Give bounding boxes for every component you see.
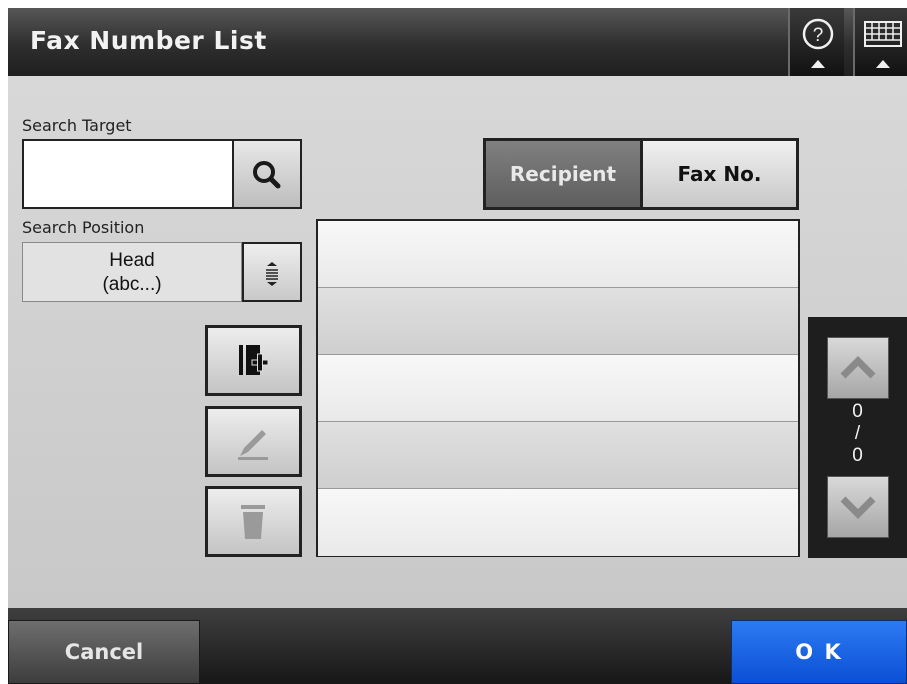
main-panel: Search Target Search Position Head (abc.… [8,76,907,608]
header-bar: Fax Number List ? [8,8,907,76]
keyboard-icon [864,21,902,68]
svg-text:?: ? [813,25,824,46]
search-target-label: Search Target [22,116,132,135]
list-item[interactable] [318,422,798,489]
list-item[interactable] [318,221,798,288]
list-item[interactable] [318,288,798,355]
search-target-input[interactable] [22,139,232,209]
page-navigator: 0 / 0 [808,317,907,558]
search-icon [253,161,281,189]
keyboard-button[interactable] [853,8,907,76]
page-total: 0 [852,445,863,466]
tab-fax-no[interactable]: Fax No. [643,141,796,207]
edit-pencil-icon [238,430,268,460]
search-position-value[interactable]: Head (abc...) [22,242,242,302]
chevron-up-icon [840,356,876,379]
ok-button[interactable]: O K [731,620,907,684]
add-entry-icon [239,345,269,375]
delete-entry-button[interactable] [205,486,302,557]
page-separator: / [854,423,861,444]
trash-icon [241,505,265,539]
search-position-line2: (abc...) [102,274,162,295]
search-position-dropdown-button[interactable] [242,242,302,302]
edit-entry-button[interactable] [205,406,302,477]
page-current: 0 [852,401,863,422]
cancel-button[interactable]: Cancel [8,620,200,684]
help-button[interactable]: ? [788,8,844,76]
sort-tabs: Recipient Fax No. [483,138,799,210]
list-item[interactable] [318,355,798,422]
add-entry-button[interactable] [205,325,302,396]
dropdown-icon [266,262,278,286]
search-position-line1: Head [109,250,155,271]
tab-recipient[interactable]: Recipient [486,141,640,207]
chevron-down-icon [840,496,876,519]
page-up-button[interactable] [827,337,889,399]
fax-number-list [316,219,800,557]
footer-bar: Cancel O K [8,608,907,684]
page-down-button[interactable] [827,476,889,538]
search-button[interactable] [232,139,302,209]
help-icon: ? [802,18,834,68]
fax-number-list-screen: Fax Number List ? Search Target Search P… [8,8,907,684]
list-item[interactable] [318,489,798,556]
page-title: Fax Number List [30,26,267,55]
search-position-label: Search Position [22,218,145,237]
